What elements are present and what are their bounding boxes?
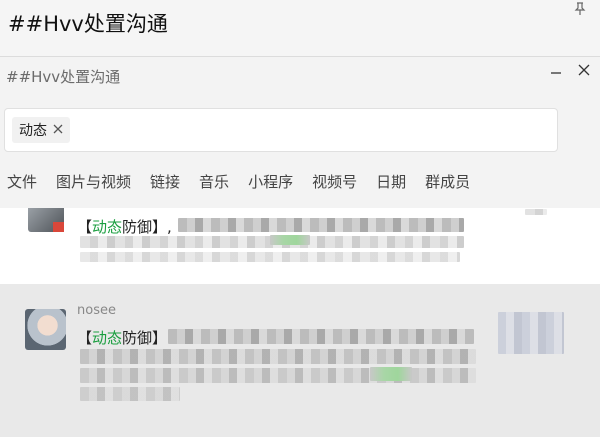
tab-channels[interactable]: 视频号 (312, 171, 357, 192)
tab-music[interactable]: 音乐 (199, 171, 229, 192)
tab-links[interactable]: 链接 (150, 171, 180, 192)
blurred-text (80, 368, 476, 383)
background-window-title: ##Hvv处置沟通 (8, 12, 168, 36)
tab-images-videos[interactable]: 图片与视频 (56, 171, 131, 192)
tab-date[interactable]: 日期 (376, 171, 406, 192)
remove-chip-icon[interactable] (53, 122, 63, 138)
blurred-text (80, 387, 180, 401)
blurred-text (168, 329, 474, 344)
blurred-text (80, 349, 476, 364)
keyword-highlight: 动态 (92, 329, 123, 347)
sender-name: nosee (77, 303, 116, 318)
blurred-text (370, 367, 412, 381)
avatar-badge (53, 222, 64, 232)
tab-mini-programs[interactable]: 小程序 (248, 171, 293, 192)
message-text: 【动态防御】 (77, 329, 168, 347)
tab-group-members[interactable]: 群成员 (425, 171, 470, 192)
search-results-list: 【动态防御】, nosee 【动态防御】 (0, 208, 600, 437)
chip-label: 动态 (19, 123, 47, 139)
keyword-highlight: 动态 (92, 218, 123, 236)
close-icon[interactable] (574, 61, 594, 80)
chat-search-panel: ##Hvv处置沟通 动态 文件 图片与视频 链接 音乐 小程序 视频号 日期 群… (0, 56, 600, 437)
message-text: 【动态防御】, (77, 218, 172, 236)
blurred-thumbnail (498, 312, 564, 354)
blurred-timestamp (525, 209, 547, 215)
avatar (25, 309, 66, 350)
list-item[interactable]: nosee 【动态防御】 (0, 284, 600, 437)
list-item[interactable]: 【动态防御】, (0, 208, 600, 284)
search-filter-chip: 动态 (12, 117, 70, 143)
minimize-icon[interactable] (546, 59, 566, 78)
search-panel-title: ##Hvv处置沟通 (6, 68, 121, 86)
blurred-text (178, 218, 464, 232)
filter-tabs: 文件 图片与视频 链接 音乐 小程序 视频号 日期 群成员 (7, 171, 489, 192)
tab-files[interactable]: 文件 (7, 171, 37, 192)
blurred-text (270, 235, 310, 245)
search-input[interactable]: 动态 (4, 108, 558, 152)
blurred-text (80, 252, 460, 262)
pin-icon[interactable] (574, 2, 586, 20)
